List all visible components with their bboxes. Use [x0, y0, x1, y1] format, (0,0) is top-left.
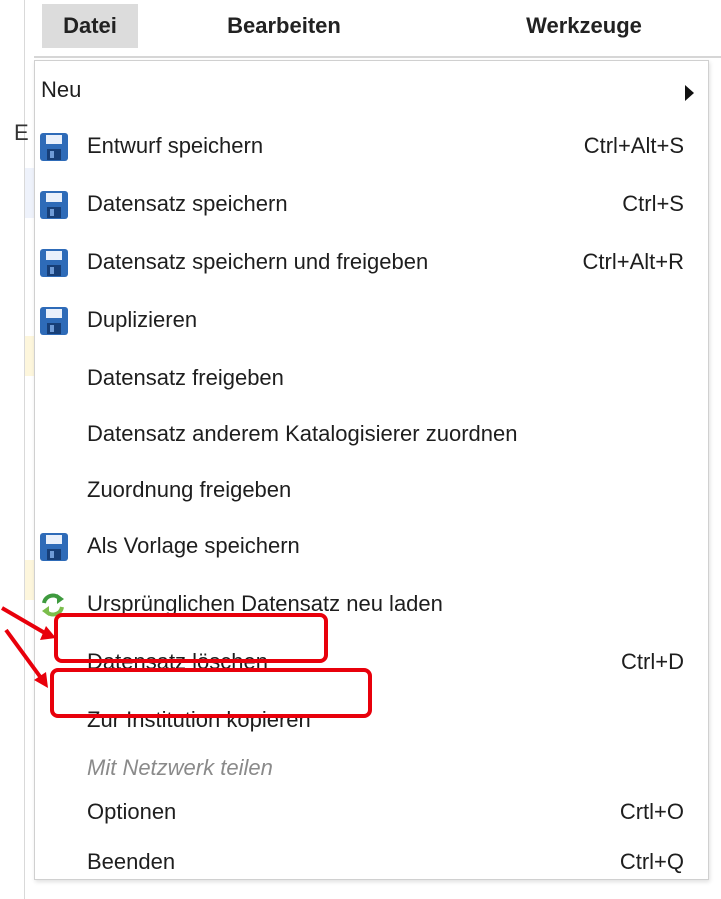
save-icon	[39, 532, 69, 562]
highlight-box-kopieren	[50, 668, 372, 718]
shortcut-text: Ctrl+Alt+S	[583, 133, 684, 158]
save-icon	[39, 306, 69, 336]
menu-item-label: Duplizieren	[87, 307, 198, 332]
menu-item-zuordnung-freigeben[interactable]: Zuordnung freigeben	[35, 463, 708, 519]
menubar: Datei Bearbeiten Werkzeuge	[34, 0, 721, 56]
background-row	[25, 168, 34, 218]
save-icon	[39, 132, 69, 162]
shortcut-text: Ctrl+Alt+R	[582, 249, 684, 274]
menu-item-label: Datensatz speichern	[87, 191, 288, 216]
menu-item-label: Neu	[41, 77, 82, 102]
highlight-box-loeschen	[54, 613, 328, 663]
menu-item-optionen[interactable]: Optionen Crtl+O	[35, 785, 708, 841]
menu-item-als-vorlage-speichern[interactable]: Als Vorlage speichern	[35, 519, 708, 575]
save-icon	[39, 190, 69, 220]
menu-item-label: Optionen	[87, 799, 177, 824]
background-row	[25, 336, 34, 376]
menu-tab-werkzeuge[interactable]: Werkzeuge	[494, 4, 674, 48]
menu-item-label: Als Vorlage speichern	[87, 533, 300, 558]
menu-item-label: Entwurf speichern	[87, 133, 264, 158]
menu-item-label: Datensatz freigeben	[87, 365, 284, 390]
menu-item-label: Beenden	[87, 849, 176, 874]
menu-item-datensatz-freigeben[interactable]: Datensatz freigeben	[35, 351, 708, 407]
menu-item-label: Datensatz speichern und freigeben	[87, 249, 429, 274]
menu-item-datensatz-speichern[interactable]: Datensatz speichern Ctrl+S	[35, 177, 708, 233]
menu-item-label: Mit Netzwerk teilen	[87, 755, 273, 780]
menu-item-label: Datensatz anderem Katalogisierer zuordne…	[87, 421, 518, 446]
shortcut-text: Crtl+O	[619, 799, 684, 824]
menu-item-beenden[interactable]: Beenden Ctrl+Q	[35, 835, 708, 891]
save-icon	[39, 248, 69, 278]
shortcut-text: Ctrl+S	[622, 191, 684, 216]
shortcut-text: Ctrl+D	[621, 649, 684, 674]
menu-item-speichern-und-freigeben[interactable]: Datensatz speichern und freigeben Ctrl+A…	[35, 235, 708, 291]
background-row	[25, 560, 34, 600]
menu-item-duplizieren[interactable]: Duplizieren	[35, 293, 708, 349]
menu-tab-bearbeiten[interactable]: Bearbeiten	[204, 4, 364, 48]
menu-tab-datei[interactable]: Datei	[42, 4, 138, 48]
background-text: E	[14, 120, 29, 145]
menubar-divider	[34, 56, 721, 58]
menu-item-neu[interactable]: Neu	[35, 63, 708, 119]
shortcut-text: Ctrl+Q	[619, 849, 684, 874]
menu-item-label: Zuordnung freigeben	[87, 477, 292, 502]
submenu-arrow-icon	[685, 85, 694, 101]
file-menu-dropdown: Neu Entwurf speichern Ctrl+Alt+S Datensa…	[34, 60, 709, 880]
menu-item-katalogisierer-zuordnen[interactable]: Datensatz anderem Katalogisierer zuordne…	[35, 407, 708, 463]
menu-item-entwurf-speichern[interactable]: Entwurf speichern Ctrl+Alt+S	[35, 119, 708, 175]
